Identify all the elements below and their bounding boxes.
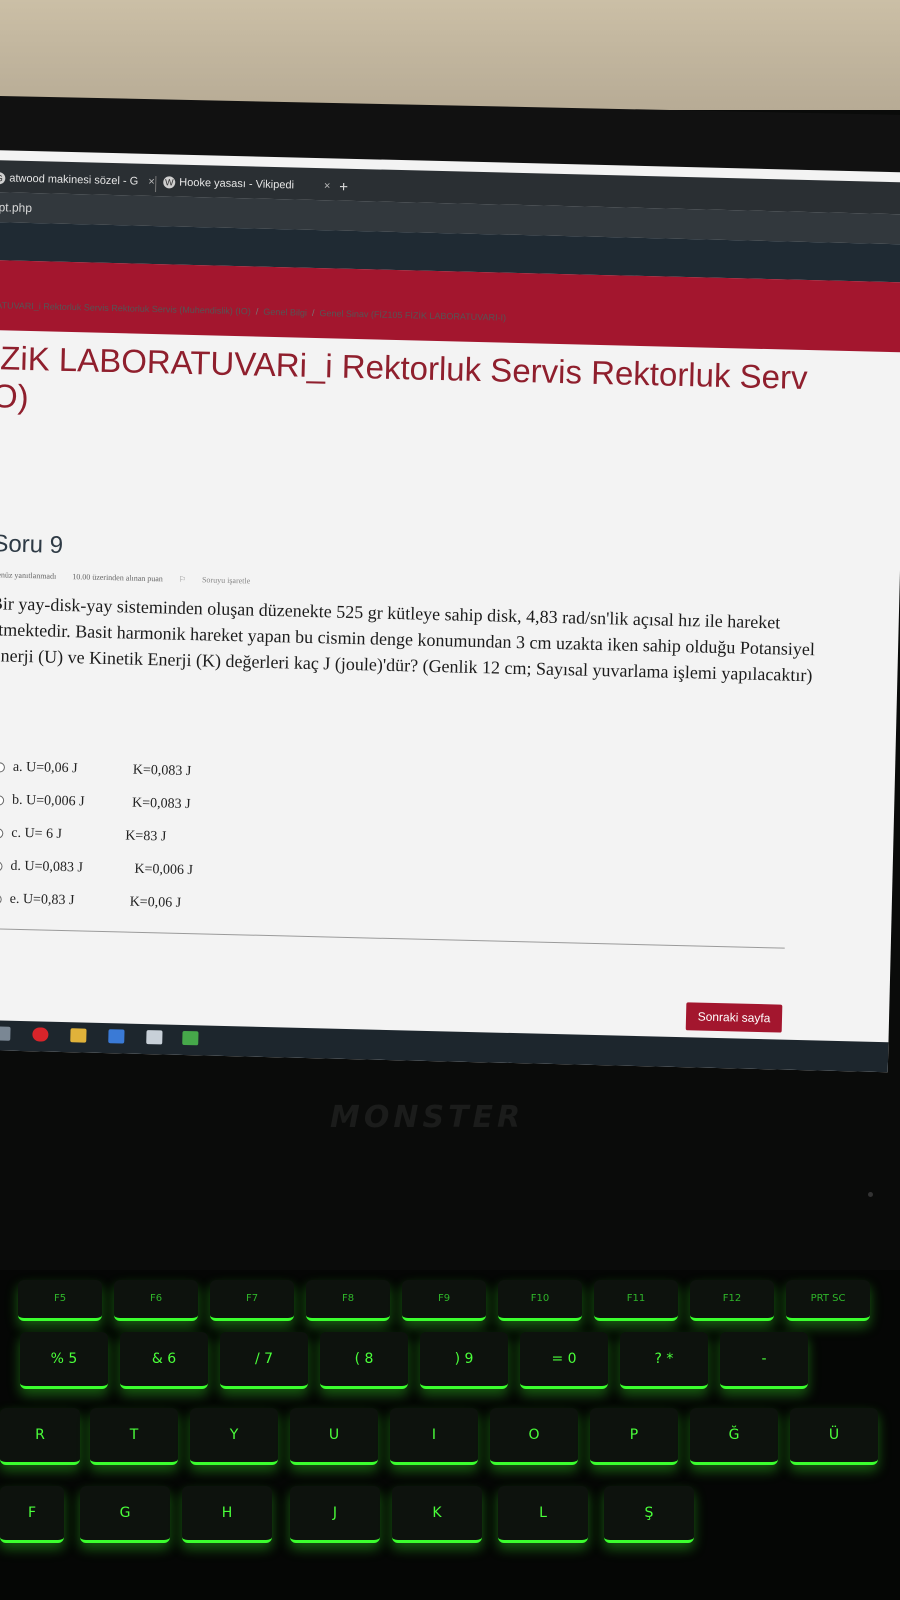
answer-option-c[interactable]: c. U= 6 J K=83 J: [0, 816, 194, 854]
tab-hooke[interactable]: W Hooke yasası - Vikipedi ×: [163, 170, 331, 198]
key: F6: [114, 1280, 198, 1321]
opera-icon[interactable]: [32, 1027, 49, 1042]
key: I: [390, 1408, 478, 1465]
key: O: [490, 1408, 578, 1465]
next-page-button[interactable]: Sonraki sayfa: [685, 1002, 783, 1033]
key: / 7: [220, 1332, 308, 1389]
google-icon: G: [0, 172, 6, 185]
answer-k: K=0,083 J: [131, 795, 191, 812]
question-info: Henüz yanıtlanmadı 10.00 üzerinden alına…: [0, 570, 278, 586]
close-icon[interactable]: ×: [324, 180, 331, 192]
breadcrumb-general-info[interactable]: Genel Bilgi: [263, 307, 307, 318]
answer-u: d. U=0,083 J: [10, 858, 84, 875]
key: & 6: [120, 1332, 208, 1389]
breadcrumb-separator: /: [255, 306, 259, 317]
task-view-icon[interactable]: [0, 1026, 11, 1041]
page-title: iZiK LABORATUVARi_i Rektorluk Servis Rek…: [0, 339, 808, 397]
tab-separator: [155, 176, 157, 193]
answer-u: e. U=0,83 J: [9, 891, 75, 908]
key: F12: [690, 1280, 774, 1321]
indicator-light: [868, 1192, 873, 1197]
key: L: [498, 1486, 588, 1543]
answer-k: K=0,006 J: [134, 861, 194, 878]
key: -: [720, 1332, 808, 1389]
key: H: [182, 1486, 272, 1543]
excel-icon[interactable]: [182, 1030, 199, 1046]
answer-option-a[interactable]: a. U=0,06 J K=0,083 J: [0, 750, 196, 788]
flag-icon: ⚐: [178, 574, 189, 584]
divider: [0, 928, 785, 949]
close-icon[interactable]: ×: [148, 176, 155, 188]
radio-button[interactable]: [0, 893, 2, 905]
key: R: [0, 1408, 80, 1465]
question-text: Bir yay-disk-yay sisteminden oluşan düze…: [0, 593, 816, 686]
key: Ş: [604, 1486, 694, 1543]
radio-button[interactable]: [0, 794, 5, 806]
radio-button[interactable]: [0, 761, 6, 773]
key: F5: [18, 1280, 102, 1321]
answer-u: c. U= 6 J: [11, 825, 63, 842]
wikipedia-icon: W: [163, 176, 176, 189]
page-title-continued: O): [0, 377, 30, 416]
key: P: [590, 1408, 678, 1465]
radio-button[interactable]: [0, 860, 3, 872]
key: F10: [498, 1280, 582, 1321]
answer-k: K=0,083 J: [132, 762, 192, 779]
key: ) 9: [420, 1332, 508, 1389]
key: U: [290, 1408, 378, 1465]
key: % 5: [20, 1332, 108, 1389]
key: Y: [190, 1408, 278, 1465]
tab-atwood[interactable]: G atwood makinesi sözel - G ×: [0, 166, 155, 194]
tab-label: atwood makinesi sözel - G: [9, 172, 139, 188]
key: F9: [402, 1280, 486, 1321]
answer-k: K=0,06 J: [129, 894, 182, 911]
laptop-screen: G atwood makinesi sözel - G × W Hooke ya…: [0, 150, 900, 1073]
key: Ü: [790, 1408, 878, 1465]
key: F: [0, 1486, 64, 1543]
key: F11: [594, 1280, 678, 1321]
answer-option-e[interactable]: e. U=0,83 J K=0,06 J: [0, 882, 193, 920]
key: T: [90, 1408, 178, 1465]
answer-u: a. U=0,06 J: [12, 759, 78, 776]
new-tab-button[interactable]: +: [339, 179, 348, 196]
breadcrumb-separator: /: [311, 307, 315, 318]
answer-option-b[interactable]: b. U=0,006 J K=0,083 J: [0, 783, 195, 821]
key: F7: [210, 1280, 294, 1321]
key: K: [392, 1486, 482, 1543]
laptop-keyboard: F5 F6 F7 F8 F9 F10 F11 F12 PRT SC % 5 & …: [0, 1270, 900, 1600]
key: ? *: [620, 1332, 708, 1389]
answer-u: b. U=0,006 J: [11, 792, 85, 810]
url-text: pt.php: [0, 200, 33, 216]
flag-label: Soruyu işaretle: [201, 575, 251, 586]
answer-option-d[interactable]: d. U=0,083 J K=0,006 J: [0, 849, 193, 887]
question-status: Henüz yanıtlanmadı: [0, 570, 57, 581]
key: ( 8: [320, 1332, 408, 1389]
key: F8: [306, 1280, 390, 1321]
store-icon[interactable]: [108, 1029, 125, 1044]
radio-button[interactable]: [0, 827, 4, 839]
question-number: Soru 9: [0, 530, 64, 559]
answer-k: K=83 J: [125, 828, 167, 845]
answer-options: a. U=0,06 J K=0,083 J b. U=0,006 J K=0,0…: [0, 750, 196, 920]
app-icon[interactable]: [146, 1030, 163, 1045]
flag-question-link[interactable]: ⚐ Soruyu işaretle: [179, 575, 265, 586]
key: G: [80, 1486, 170, 1543]
key: J: [290, 1486, 380, 1543]
background-wall: [0, 0, 900, 110]
key: Ğ: [690, 1408, 778, 1465]
question-points: 10.00 üzerinden alınan puan: [72, 572, 163, 584]
tab-label: Hooke yasası - Vikipedi: [179, 176, 295, 192]
key: PRT SC: [786, 1280, 870, 1321]
laptop-brand-logo: MONSTER: [330, 1100, 525, 1135]
file-explorer-icon[interactable]: [70, 1028, 87, 1043]
key: = 0: [520, 1332, 608, 1389]
